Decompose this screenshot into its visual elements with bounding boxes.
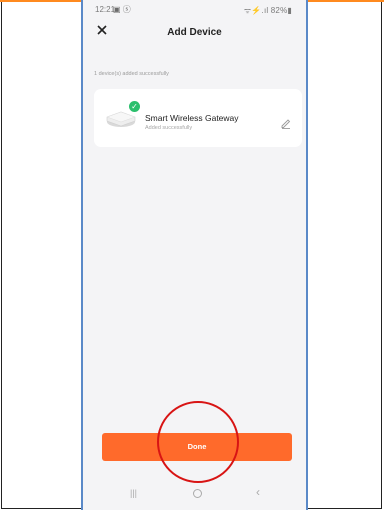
app-header: Add Device [83,22,306,46]
status-indicators: ᯤ⚡.ıl 82%▮ [243,6,292,15]
device-status: Added successfully [145,125,193,131]
device-name: Smart Wireless Gateway [145,113,239,123]
annotation-circle [157,401,239,483]
edit-icon[interactable] [280,116,292,129]
device-card[interactable]: ✓ Smart Wireless Gateway Added successfu… [94,89,302,147]
recent-apps-icon[interactable]: ||| [130,488,137,498]
pencil-icon [281,119,291,129]
home-icon[interactable] [193,489,202,498]
notification-icons: ▣ ⓢ [113,5,131,14]
back-icon[interactable]: ‹ [256,485,260,499]
success-summary: 1 device(s) added successfully [94,71,169,77]
status-bar: 12:21 ▣ ⓢ ᯤ⚡.ıl 82%▮ [83,3,306,15]
system-nav-bar: ||| ‹ [83,485,306,506]
success-check-icon: ✓ [129,101,140,112]
page-title: Add Device [167,27,222,38]
